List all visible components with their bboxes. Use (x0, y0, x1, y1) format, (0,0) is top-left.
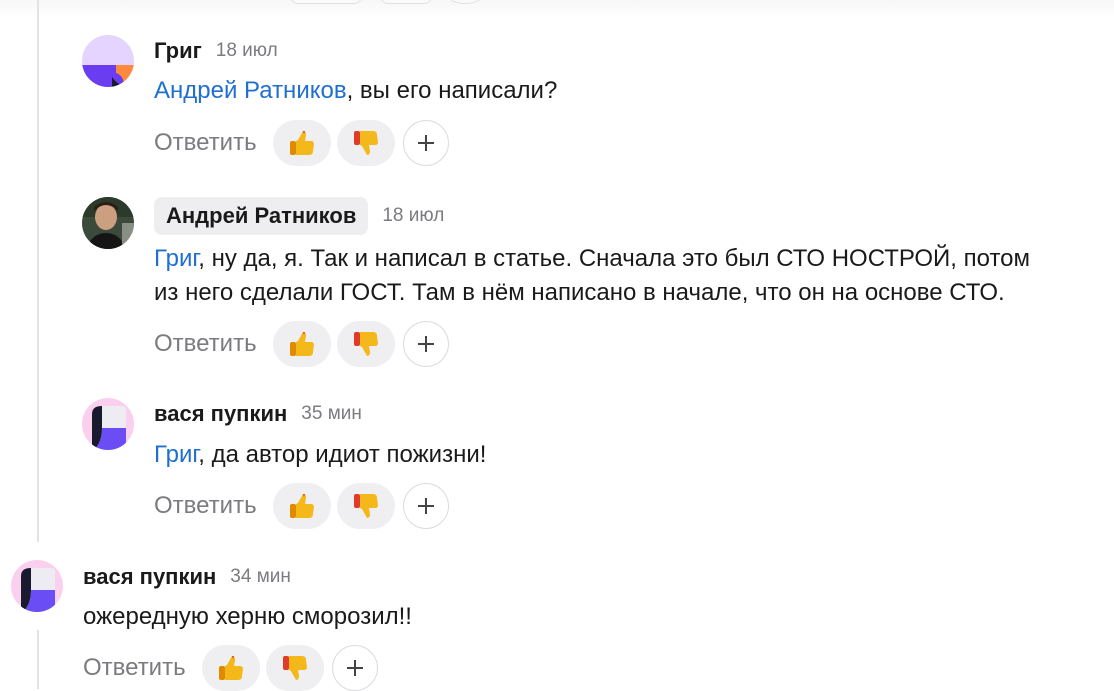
comment-text: Андрей Ратников, вы его написали? (154, 74, 557, 108)
dislike-button[interactable] (336, 120, 395, 166)
comment-body-line2: из него сделали ГОСТ. Там в нём написано… (154, 279, 1005, 306)
like-button[interactable] (272, 483, 331, 529)
thread-line (37, 0, 39, 542)
author-name[interactable]: вася пупкин (83, 564, 216, 590)
comment-time: 18 июл (215, 40, 278, 61)
comment-text: Григ, да автор идиот пожизни! (154, 438, 486, 472)
reply-button[interactable]: Ответить (83, 654, 186, 682)
like-button[interactable] (201, 645, 260, 691)
thumbs-up-icon (289, 494, 314, 518)
author-name[interactable]: вася пупкин (154, 401, 287, 427)
thumbs-down-icon (353, 131, 378, 155)
thumbs-up-icon (218, 656, 243, 680)
like-button[interactable] (272, 120, 331, 166)
previous-reaction-pill (290, 0, 362, 4)
thumbs-down-icon (353, 494, 378, 518)
add-reaction-button[interactable] (402, 120, 449, 166)
like-button[interactable] (272, 321, 331, 367)
comment-text: Григ, ну да, я. Так и написал в статье. … (154, 242, 1030, 310)
top-fade (0, 0, 1114, 18)
mention-link[interactable]: Андрей Ратников (154, 77, 347, 104)
avatar[interactable] (82, 197, 134, 249)
dislike-button[interactable] (336, 321, 395, 367)
reply-button[interactable]: Ответить (154, 129, 257, 157)
add-reaction-button[interactable] (331, 645, 378, 691)
thumbs-down-icon (353, 332, 378, 356)
reply-button[interactable]: Ответить (154, 330, 257, 358)
comment-text: ожередную херню сморозил!! (83, 600, 412, 634)
comment-body: ожередную херню сморозил!! (83, 603, 412, 630)
plus-icon (417, 135, 434, 151)
author-name-badge[interactable]: Андрей Ратников (154, 197, 369, 235)
comment-body: , да автор идиот пожизни! (198, 441, 487, 468)
mention-link[interactable]: Григ (154, 441, 198, 468)
add-reaction-button[interactable] (402, 483, 449, 529)
comment-time: 18 июл (382, 205, 445, 226)
plus-icon (417, 336, 434, 352)
reply-button[interactable]: Ответить (154, 492, 257, 520)
author-name[interactable]: Григ (154, 38, 202, 64)
mention-link[interactable]: Григ (154, 245, 198, 272)
thumbs-down-icon (282, 656, 307, 680)
thumbs-up-icon (289, 332, 314, 356)
comment-time: 34 мин (230, 566, 291, 587)
comment-time: 35 мин (301, 403, 362, 424)
comment-body-line1: , ну да, я. Так и написал в статье. Снач… (198, 245, 1031, 272)
plus-icon (417, 498, 434, 514)
add-reaction-button[interactable] (402, 321, 449, 367)
thumbs-up-icon (289, 131, 314, 155)
avatar[interactable] (82, 35, 134, 87)
plus-icon (346, 660, 363, 676)
thread-line (37, 630, 39, 689)
avatar[interactable] (82, 398, 134, 450)
comment-body: , вы его написали? (346, 77, 558, 104)
avatar[interactable] (11, 560, 63, 612)
dislike-button[interactable] (336, 483, 395, 529)
dislike-button[interactable] (265, 645, 324, 691)
previous-reaction-pill (380, 0, 432, 4)
